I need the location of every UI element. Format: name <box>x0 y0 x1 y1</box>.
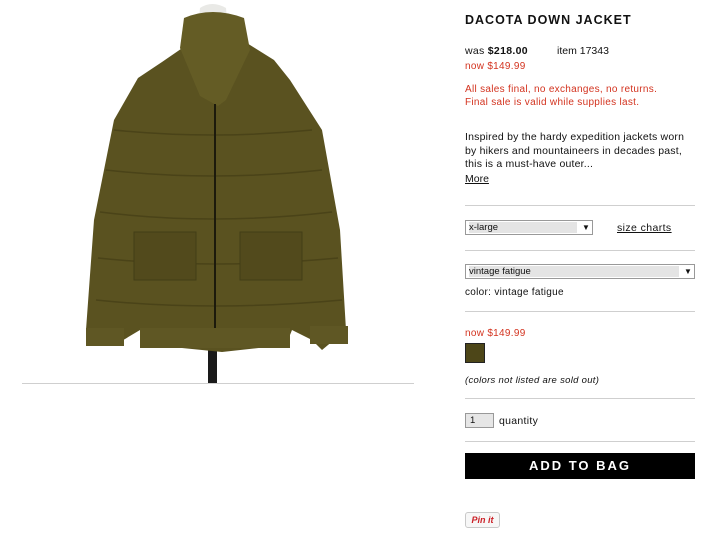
final-sale-notice-line2: Final sale is valid while supplies last. <box>465 97 640 108</box>
more-link[interactable]: More <box>465 173 489 185</box>
item-number: item 17343 <box>557 45 609 57</box>
color-swatch-vintage-fatigue[interactable] <box>465 343 485 363</box>
quantity-input[interactable]: 1 <box>465 413 494 428</box>
product-title: DACOTA DOWN JACKET <box>465 13 632 27</box>
color-select[interactable]: vintage fatigue ▼ <box>465 264 695 279</box>
image-divider <box>22 383 414 384</box>
divider <box>465 205 695 206</box>
sold-out-note: (colors not listed are sold out) <box>465 375 600 386</box>
divider <box>465 311 695 312</box>
quantity-label: quantity <box>499 415 539 427</box>
product-image <box>22 0 414 384</box>
divider <box>465 250 695 251</box>
size-selected-value: x-large <box>469 222 577 233</box>
final-sale-notice-line1: All sales final, no exchanges, no return… <box>465 84 658 95</box>
pin-it-button[interactable]: Pin it <box>465 512 500 528</box>
chevron-down-icon: ▼ <box>582 223 590 232</box>
color-label: color: vintage fatigue <box>465 287 564 298</box>
current-price: now $149.99 <box>465 328 526 339</box>
was-price: was $218.00 <box>465 45 528 57</box>
product-description: Inspired by the hardy expedition jackets… <box>465 131 685 170</box>
chevron-down-icon: ▼ <box>684 267 692 276</box>
add-to-bag-button[interactable]: ADD TO BAG <box>465 453 695 479</box>
color-selected-value: vintage fatigue <box>469 266 679 277</box>
now-price: now $149.99 <box>465 61 526 72</box>
divider <box>465 398 695 399</box>
was-label: was <box>465 45 485 57</box>
was-amount: $218.00 <box>487 45 528 57</box>
divider <box>465 441 695 442</box>
size-select[interactable]: x-large ▼ <box>465 220 593 235</box>
size-charts-link[interactable]: size charts <box>617 222 672 234</box>
